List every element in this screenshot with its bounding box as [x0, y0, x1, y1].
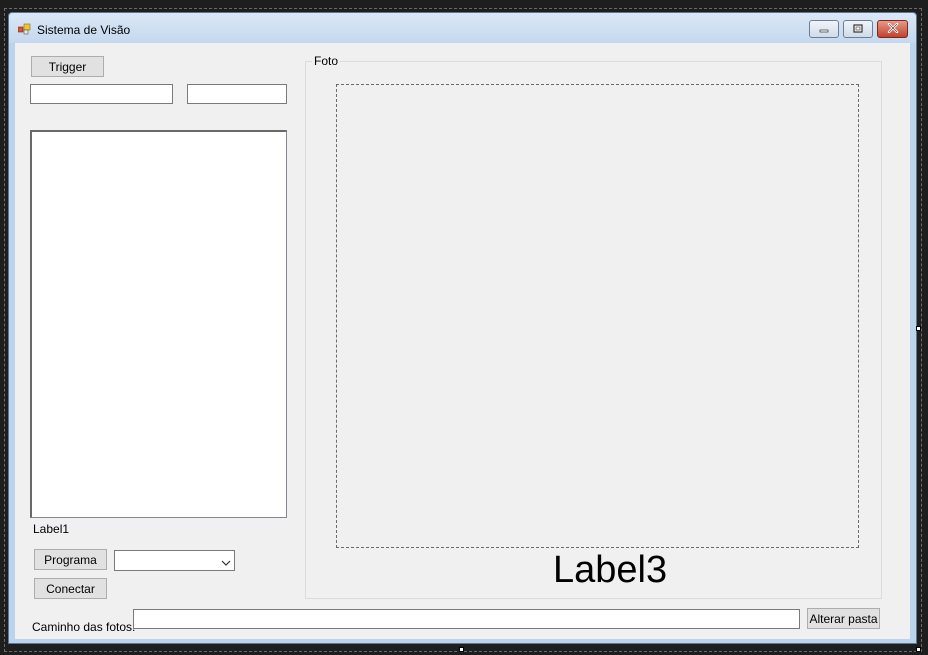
resize-handle-bottom[interactable]: [459, 647, 464, 652]
programa-button[interactable]: Programa: [34, 549, 107, 570]
text-input-1[interactable]: [30, 84, 173, 104]
close-icon: [887, 22, 899, 36]
foto-groupbox-caption: Foto: [312, 54, 341, 68]
alterar-pasta-button[interactable]: Alterar pasta: [807, 608, 880, 629]
caminho-input[interactable]: [133, 609, 800, 629]
text-input-2[interactable]: [187, 84, 287, 104]
chevron-down-icon[interactable]: [221, 556, 231, 566]
maximize-icon: [853, 22, 863, 36]
label1: Label1: [33, 522, 70, 536]
foto-groupbox: Foto Label3: [305, 54, 882, 599]
label3: Label3: [553, 549, 668, 591]
title-bar[interactable]: Sistema de Visão: [9, 13, 916, 43]
maximize-button[interactable]: [843, 20, 873, 38]
resize-handle-bottom-right[interactable]: [916, 647, 921, 652]
minimize-icon: [819, 22, 829, 36]
close-button[interactable]: [877, 20, 908, 38]
minimize-button[interactable]: [809, 20, 839, 38]
window-title: Sistema de Visão: [37, 23, 131, 37]
photo-picturebox: [336, 84, 859, 548]
list-box[interactable]: [30, 130, 287, 518]
conectar-button[interactable]: Conectar: [34, 578, 107, 599]
caminho-das-fotos-label: Caminho das fotos:: [32, 620, 136, 634]
form-window: Sistema de Visão Trigger Label1 Programa: [8, 12, 917, 644]
form-client-area: Trigger Label1 Programa Conectar Foto La…: [15, 43, 910, 639]
app-icon: [17, 23, 32, 35]
resize-handle-right[interactable]: [916, 326, 921, 331]
programa-combobox[interactable]: [114, 550, 235, 571]
trigger-button[interactable]: Trigger: [31, 56, 104, 77]
